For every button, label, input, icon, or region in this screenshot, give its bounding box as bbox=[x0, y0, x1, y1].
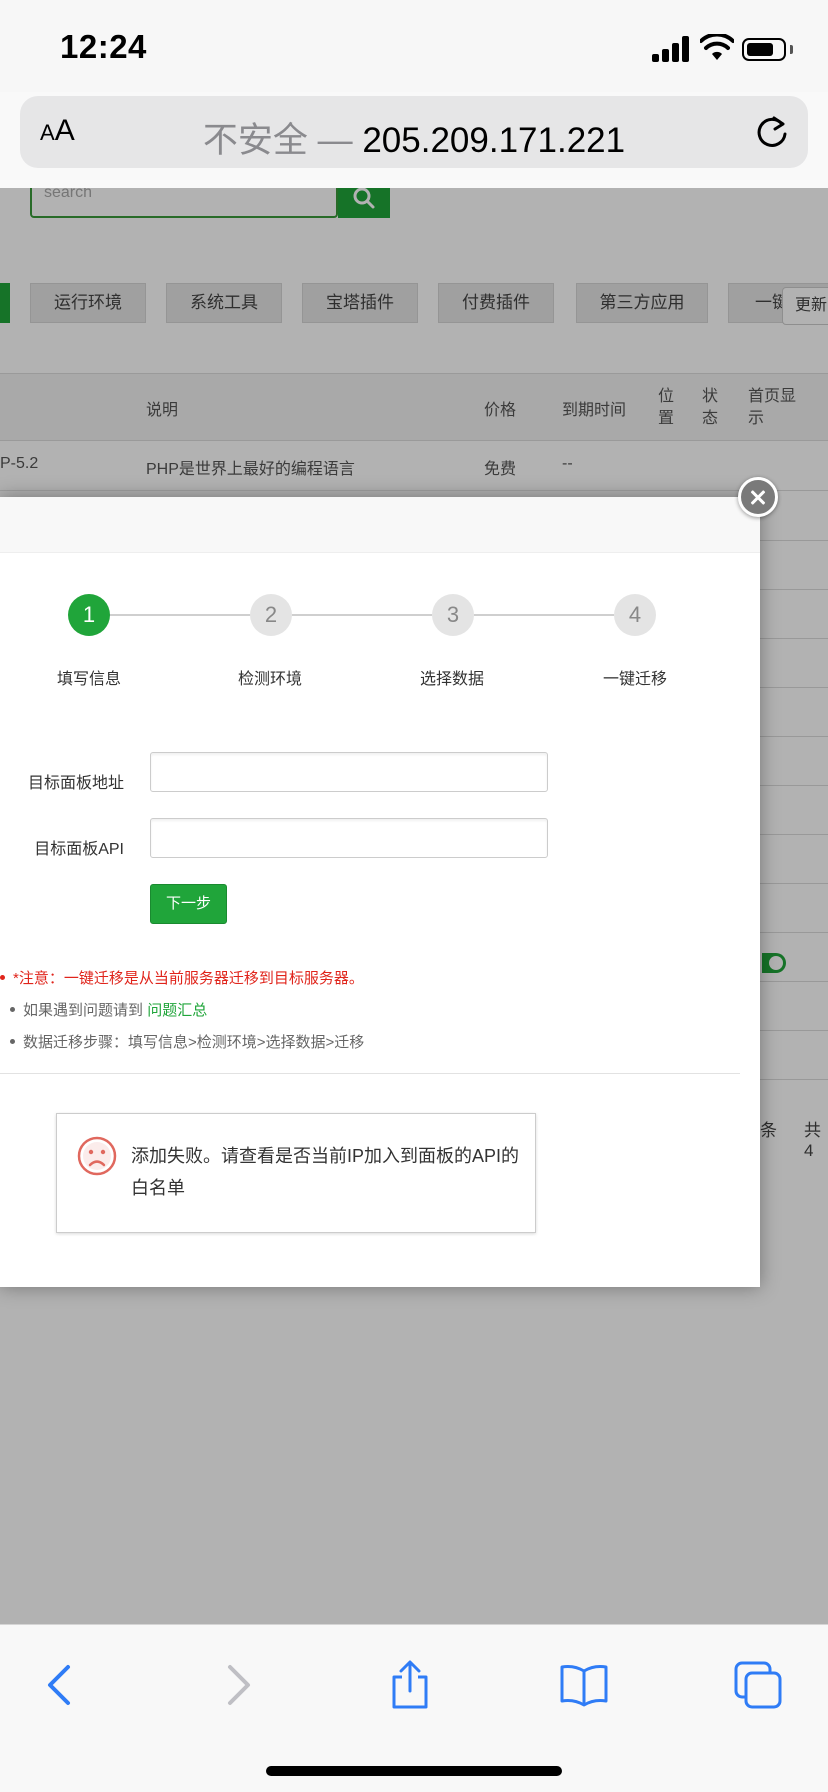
status-time: 12:24 bbox=[60, 28, 147, 65]
step-3-label: 选择数据 bbox=[419, 671, 484, 688]
status-bar: 12:24 bbox=[0, 0, 828, 92]
url-host: 205.209.171.221 bbox=[362, 121, 626, 160]
step-2-indicator: 2 bbox=[250, 594, 292, 636]
migration-modal: 1 2 3 4 填写信息 检测环境 选择数据 一键迁移 目标面板地址 目标面板A… bbox=[0, 497, 760, 1287]
battery-icon bbox=[742, 38, 786, 61]
target-api-input[interactable] bbox=[150, 818, 548, 858]
share-icon[interactable] bbox=[384, 1659, 436, 1711]
url-display[interactable]: 不安全 — 205.209.171.221 bbox=[20, 112, 808, 163]
steps-note: 数据迁移步骤：填写信息>检测环境>选择数据>迁移 bbox=[10, 1031, 364, 1052]
reload-icon[interactable] bbox=[752, 112, 792, 152]
warning-text: *注意：一键迁移是从当前服务器迁移到目标服务器。 bbox=[13, 970, 364, 987]
address-bar[interactable]: AA 不安全 — 205.209.171.221 bbox=[20, 96, 808, 168]
wifi-icon bbox=[700, 34, 734, 60]
next-step-button[interactable]: 下一步 bbox=[150, 884, 227, 924]
steps-text: 数据迁移步骤：填写信息>检测环境>选择数据>迁移 bbox=[23, 1034, 365, 1051]
insecure-label: 不安全 — bbox=[202, 121, 353, 160]
target-address-input[interactable] bbox=[150, 752, 548, 792]
step-4-indicator: 4 bbox=[614, 594, 656, 636]
forward-icon[interactable] bbox=[210, 1659, 262, 1711]
step-connector bbox=[292, 614, 432, 616]
alert-message: 添加失败。请查看是否当前IP加入到面板的API的白名单 bbox=[131, 1146, 520, 1198]
step-connector bbox=[109, 614, 252, 616]
step-connector bbox=[474, 614, 614, 616]
help-text: 如果遇到问题请到 bbox=[23, 1002, 144, 1019]
home-indicator[interactable] bbox=[266, 1766, 562, 1776]
back-icon[interactable] bbox=[36, 1659, 88, 1711]
address-field-label: 目标面板地址 bbox=[27, 775, 124, 792]
step-4-label: 一键迁移 bbox=[602, 671, 667, 688]
tabs-icon[interactable] bbox=[732, 1659, 784, 1711]
faq-link[interactable]: 问题汇总 bbox=[147, 1002, 207, 1019]
step-1-label: 填写信息 bbox=[56, 671, 121, 688]
step-1-indicator: 1 bbox=[68, 594, 110, 636]
battery-tip bbox=[790, 45, 793, 54]
error-alert: 添加失败。请查看是否当前IP加入到面板的API的白名单 bbox=[56, 1113, 536, 1233]
signal-icon bbox=[652, 36, 692, 62]
modal-header bbox=[0, 497, 760, 553]
help-note: 如果遇到问题请到 问题汇总 bbox=[10, 999, 207, 1020]
close-icon[interactable] bbox=[738, 477, 778, 517]
warning-note: *注意：一键迁移是从当前服务器迁移到目标服务器。 bbox=[0, 967, 364, 988]
sad-face-icon bbox=[77, 1136, 117, 1176]
step-2-label: 检测环境 bbox=[237, 671, 302, 688]
api-field-label: 目标面板API bbox=[34, 841, 124, 858]
bookmarks-icon[interactable] bbox=[558, 1659, 610, 1711]
step-3-indicator: 3 bbox=[432, 594, 474, 636]
modal-divider bbox=[0, 1073, 740, 1074]
